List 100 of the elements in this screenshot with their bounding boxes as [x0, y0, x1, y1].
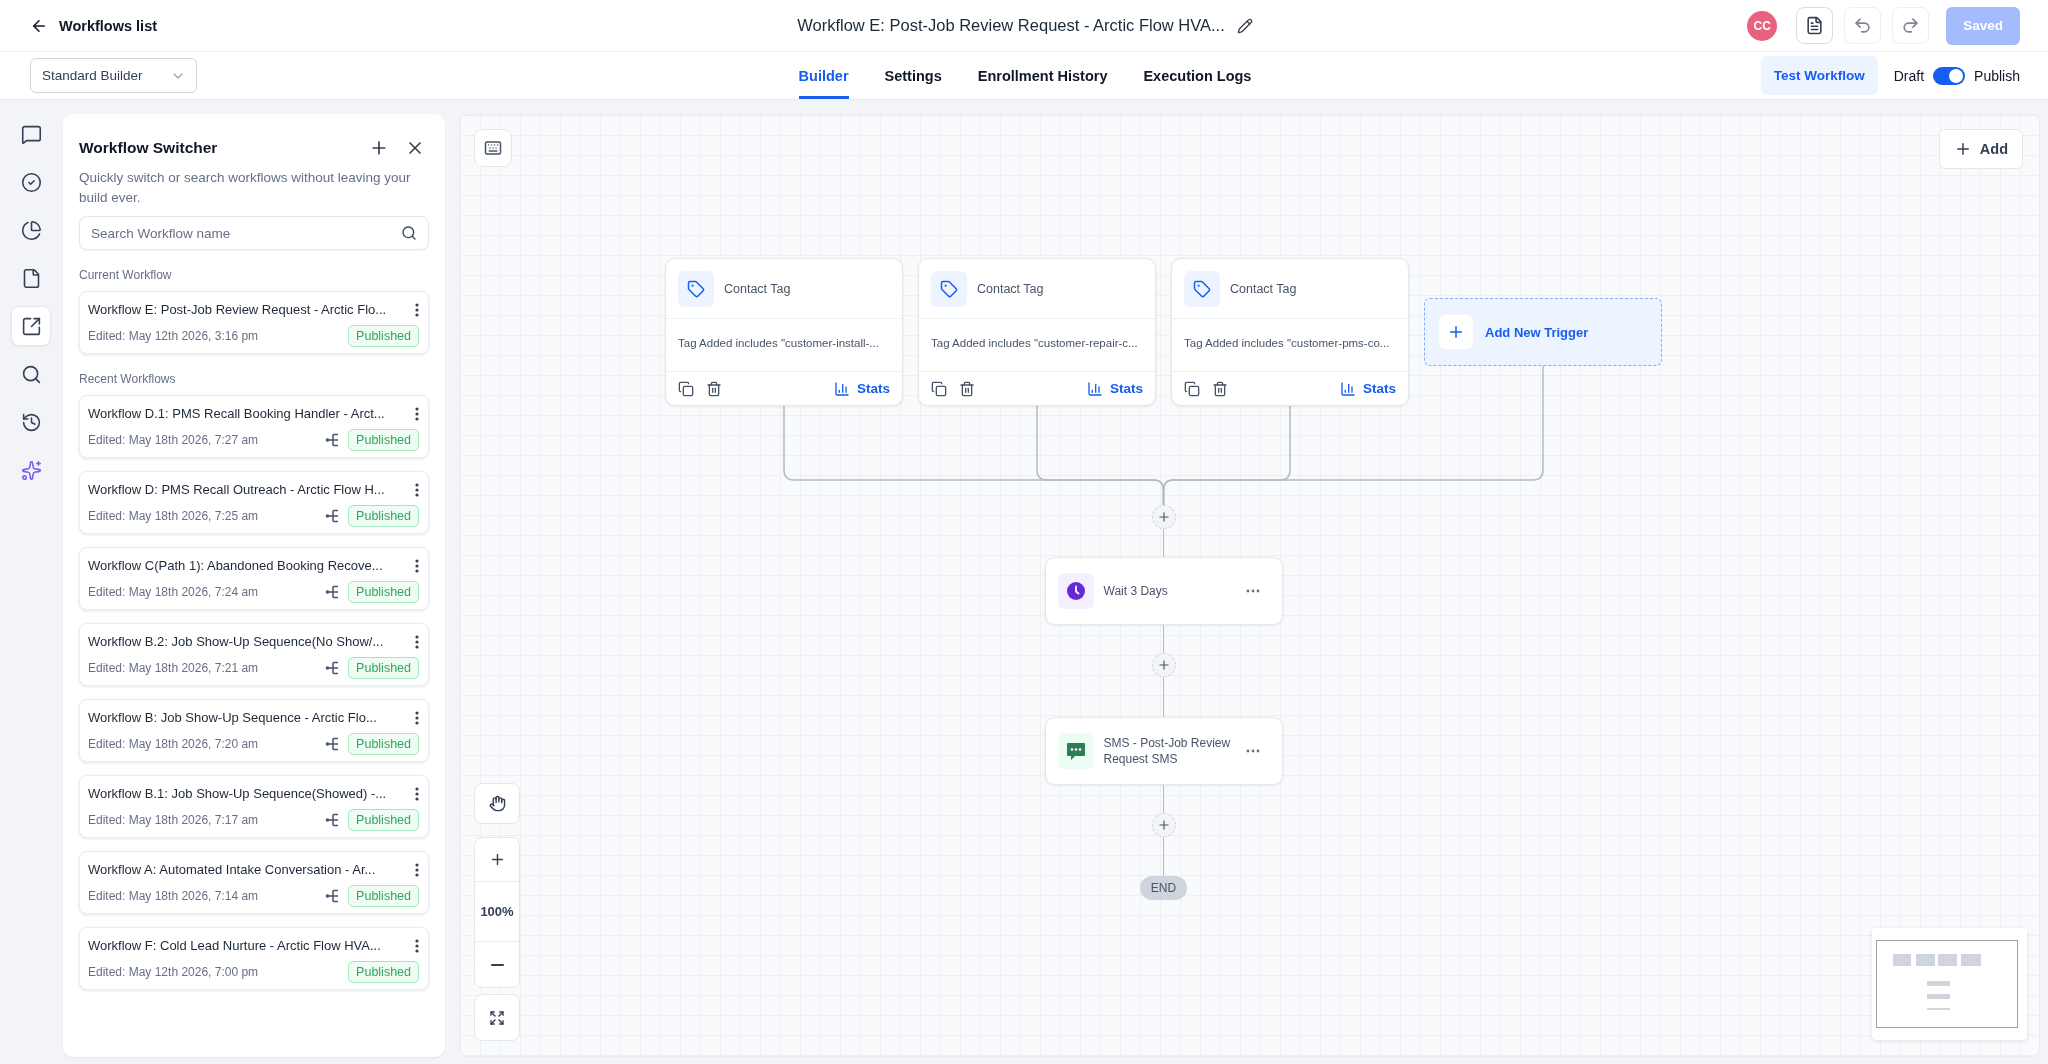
- edited-date: Edited: May 18th 2026, 7:24 am: [88, 585, 260, 599]
- trash-icon[interactable]: [706, 380, 722, 397]
- workflow-card[interactable]: Workflow E: Post-Job Review Request - Arctic Flo... Edited: May 12th 2026, 3:16 pm Published: [79, 291, 429, 354]
- status-badge: Published: [348, 657, 419, 679]
- publish-label: Publish: [1974, 67, 2020, 84]
- edited-date: Edited: May 18th 2026, 7:21 am: [88, 661, 260, 675]
- tab[interactable]: Enrollment History: [977, 52, 1108, 99]
- hand-icon: [488, 795, 506, 812]
- connector-line: [1162, 529, 1165, 557]
- status-badge: Published: [348, 429, 419, 451]
- bar-chart-icon: [1087, 380, 1103, 397]
- sidebar-button[interactable]: [11, 306, 51, 346]
- plus-icon: [1439, 315, 1473, 349]
- test-workflow-button[interactable]: Test Workflow: [1760, 56, 1878, 95]
- workflow-name: Workflow E: Post-Job Review Request - Arctic Flo...: [88, 301, 388, 319]
- pan-button[interactable]: [474, 783, 520, 824]
- keyboard-button[interactable]: [474, 129, 512, 167]
- edited-date: Edited: May 18th 2026, 7:27 am: [88, 433, 260, 447]
- workflow-card[interactable]: Workflow A: Automated Intake Conversation - Ar... Edited: May 18th 2026, 7:14 am Published: [79, 851, 429, 914]
- more-icon[interactable]: [1245, 589, 1260, 593]
- more-icon[interactable]: [415, 863, 419, 877]
- pencil-icon[interactable]: [1236, 17, 1253, 34]
- more-icon[interactable]: [415, 939, 419, 953]
- branch-icon: [325, 737, 340, 751]
- keyboard-icon: [484, 139, 502, 157]
- branch-icon: [325, 661, 340, 675]
- tab[interactable]: Settings: [884, 52, 942, 99]
- tag-icon: [1184, 270, 1220, 307]
- more-icon[interactable]: [1245, 749, 1260, 753]
- more-icon[interactable]: [415, 407, 419, 421]
- workflow-name: Workflow F: Cold Lead Nurture - Arctic Flow HVA...: [88, 937, 382, 955]
- back-link[interactable]: Workflows list: [30, 16, 158, 35]
- document-button[interactable]: [1796, 7, 1834, 44]
- workflow-card[interactable]: Workflow B: Job Show-Up Sequence - Arctic Flo... Edited: May 18th 2026, 7:20 am Published: [79, 699, 429, 762]
- more-icon[interactable]: [415, 635, 419, 649]
- trash-icon[interactable]: [959, 380, 975, 397]
- stats-button[interactable]: Stats: [834, 380, 890, 397]
- more-icon[interactable]: [415, 711, 419, 725]
- branch-icon: [325, 509, 340, 523]
- workflow-card[interactable]: Workflow D.1: PMS Recall Booking Handler - Arct... Edited: May 18th 2026, 7:27 am Published: [79, 395, 429, 458]
- trigger-title: Contact Tag: [1230, 281, 1297, 296]
- action-label: SMS - Post-Job Review Request SMS: [1103, 735, 1232, 767]
- edited-date: Edited: May 18th 2026, 7:17 am: [88, 813, 260, 827]
- edited-date: Edited: May 12th 2026, 7:00 pm: [88, 965, 260, 979]
- workflow-card[interactable]: Workflow F: Cold Lead Nurture - Arctic Flow HVA... Edited: May 12th 2026, 7:00 pm Published: [79, 927, 429, 990]
- branch-icon: [325, 889, 340, 903]
- workflow-card[interactable]: Workflow B.1: Job Show-Up Sequence(Showed) -... Edited: May 18th 2026, 7:17 am Published: [79, 775, 429, 838]
- edited-date: Edited: May 12th 2026, 3:16 pm: [88, 329, 260, 343]
- trigger-card[interactable]: Contact Tag Tag Added includes "customer-pms-co... Stats: [1171, 258, 1409, 406]
- workflow-name: Workflow D.1: PMS Recall Booking Handler - Arct...: [88, 405, 386, 423]
- copy-icon[interactable]: [1184, 380, 1200, 397]
- more-icon[interactable]: [415, 559, 419, 573]
- add-step-button[interactable]: [1151, 653, 1176, 677]
- tab[interactable]: Execution Logs: [1143, 52, 1252, 99]
- stats-button[interactable]: Stats: [1340, 380, 1396, 397]
- tag-icon: [678, 270, 714, 307]
- message-icon: [1057, 733, 1094, 769]
- status-badge: Published: [348, 325, 419, 347]
- more-icon[interactable]: [415, 303, 419, 317]
- undo-button[interactable]: [1844, 7, 1882, 44]
- search-icon: [20, 363, 42, 385]
- more-icon[interactable]: [415, 787, 419, 801]
- trigger-card[interactable]: Contact Tag Tag Added includes "customer-repair-c... Stats: [918, 258, 1156, 406]
- trigger-condition: Tag Added includes "customer-pms-co...: [1184, 337, 1390, 349]
- workflow-card[interactable]: Workflow C(Path 1): Abandoned Booking Recove... Edited: May 18th 2026, 7:24 am Published: [79, 547, 429, 610]
- trash-icon[interactable]: [1212, 380, 1228, 397]
- document-icon: [1805, 16, 1825, 35]
- copy-icon[interactable]: [931, 380, 947, 397]
- branch-icon: [325, 813, 340, 827]
- add-trigger-button[interactable]: Add New Trigger: [1424, 298, 1662, 366]
- status-badge: Published: [348, 961, 419, 983]
- workflow-name: Workflow C(Path 1): Abandoned Booking Recove...: [88, 557, 384, 575]
- add-step-button[interactable]: [1151, 505, 1176, 529]
- stats-button[interactable]: Stats: [1087, 380, 1143, 397]
- action-node[interactable]: Wait 3 Days: [1044, 557, 1283, 625]
- copy-icon[interactable]: [678, 380, 694, 397]
- expand-icon: [489, 1009, 505, 1026]
- branch-icon: [325, 585, 340, 599]
- more-icon[interactable]: [415, 483, 419, 497]
- status-badge: Published: [348, 581, 419, 603]
- connector-line: [1162, 625, 1165, 653]
- workflow-card[interactable]: Workflow D: PMS Recall Outreach - Arctic Flow H... Edited: May 18th 2026, 7:25 am Published: [79, 471, 429, 534]
- add-button[interactable]: Add: [1938, 129, 2023, 169]
- clock-icon: [1057, 573, 1094, 609]
- action-node[interactable]: SMS - Post-Job Review Request SMS: [1044, 717, 1283, 785]
- add-step-button[interactable]: [1151, 813, 1176, 837]
- builder-select[interactable]: Standard Builder: [30, 58, 197, 93]
- fit-view-button[interactable]: [474, 994, 520, 1041]
- workflow-card[interactable]: Workflow B.2: Job Show-Up Sequence(No Show/... Edited: May 18th 2026, 7:21 am Published: [79, 623, 429, 686]
- bar-chart-icon: [834, 380, 850, 397]
- redo-button[interactable]: [1892, 7, 1930, 44]
- action-label: Wait 3 Days: [1103, 583, 1169, 599]
- plus-icon: [1156, 510, 1171, 524]
- connector-line: [1162, 677, 1165, 717]
- trigger-card[interactable]: Contact Tag Tag Added includes "customer-install-... Stats: [665, 258, 903, 406]
- search-field[interactable]: Search Workflow name: [79, 216, 429, 250]
- check-circle-icon: [20, 171, 42, 193]
- publish-switch[interactable]: [1933, 66, 1966, 85]
- panel-description: Quickly switch or search workflows without leaving your build ever.: [79, 169, 412, 207]
- plus-icon: [1156, 818, 1171, 832]
